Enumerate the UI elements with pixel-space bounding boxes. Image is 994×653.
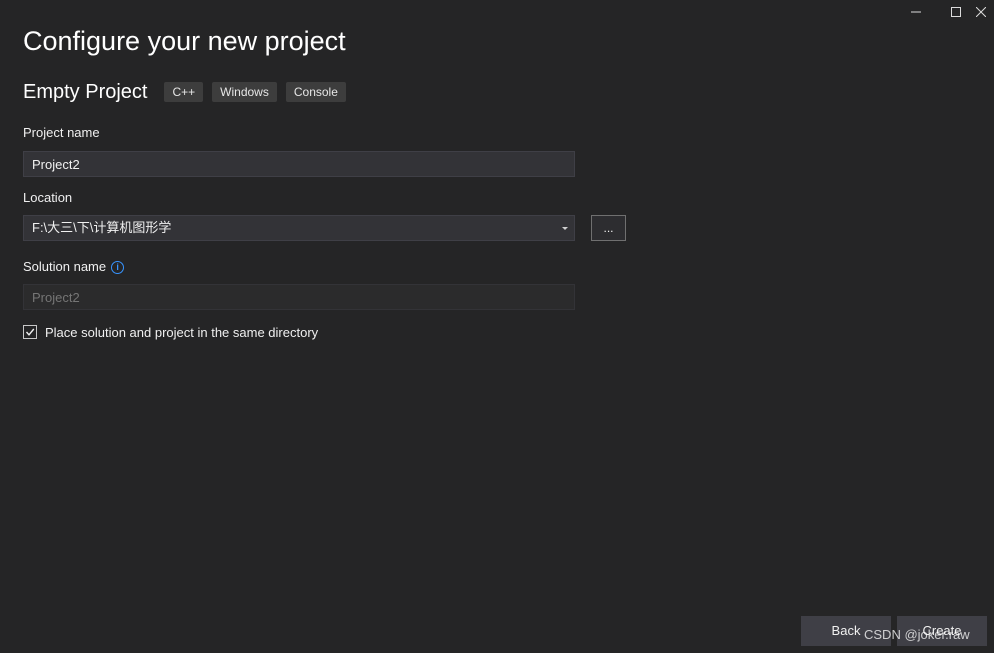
tag-platform: Windows [212,82,277,102]
minimize-icon [911,11,921,13]
close-button[interactable] [976,0,994,24]
minimize-button[interactable] [896,0,936,24]
solution-name-label: Solution name [23,259,107,274]
maximize-button[interactable] [936,0,976,24]
info-icon[interactable]: i [111,260,125,274]
same-directory-option[interactable]: Place solution and project in the same d… [23,324,318,340]
location-value: F:\大三\下\计算机图形学 [32,220,172,235]
dropdown-arrow-icon[interactable] [562,227,568,230]
close-icon [976,7,986,17]
page-title: Configure your new project [23,26,346,56]
location-select[interactable]: F:\大三\下\计算机图形学 [23,215,575,241]
project-name-input[interactable] [23,151,575,177]
checkmark-icon [25,328,35,336]
location-label: Location [23,190,73,205]
browse-button[interactable]: ... [591,215,626,241]
template-header: Empty Project C++ Windows Console [23,80,355,104]
project-name-label: Project name [23,125,100,140]
tag-language: C++ [164,82,204,102]
solution-name-label-row: Solution name i [23,259,125,275]
tag-project-type: Console [285,82,346,102]
watermark-text: CSDN @joker.raw [864,627,970,642]
same-directory-label: Place solution and project in the same d… [45,324,319,340]
solution-name-input [23,284,575,310]
template-name: Empty Project [23,81,148,103]
same-directory-checkbox[interactable] [23,325,37,339]
maximize-icon [951,7,961,17]
window-controls [896,0,994,24]
